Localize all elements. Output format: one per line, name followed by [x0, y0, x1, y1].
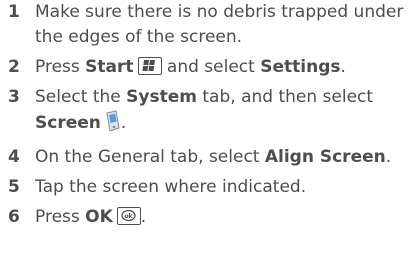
- step-number: 3: [8, 87, 20, 107]
- svg-text:ok: ok: [124, 213, 133, 220]
- screen-phone-icon: [105, 110, 121, 140]
- step-2: 2 Press Start and select Settings.: [6, 55, 406, 80]
- instruction-steps: 1 Make sure there is no debris trapped u…: [6, 0, 406, 230]
- step-text: Press: [35, 207, 86, 227]
- align-screen-label: Align Screen: [264, 147, 386, 167]
- step-number: 2: [8, 57, 20, 77]
- step-text: Press: [35, 57, 86, 77]
- step-5: 5 Tap the screen where indicated.: [6, 175, 406, 200]
- step-text: .: [340, 57, 346, 77]
- step-text: .: [120, 113, 127, 133]
- windows-start-key-icon: [137, 57, 162, 75]
- step-text: tab, and then select: [196, 87, 374, 107]
- system-label: System: [126, 87, 197, 107]
- step-text: and select: [161, 57, 261, 77]
- step-number: 5: [8, 177, 20, 197]
- step-6: 6 Press OK ok.: [6, 205, 406, 230]
- step-text: Make sure there is no debris trapped und…: [35, 2, 404, 47]
- start-label: Start: [85, 57, 134, 77]
- step-text: Tap the screen where indicated.: [35, 177, 307, 197]
- step-1: 1 Make sure there is no debris trapped u…: [6, 0, 406, 50]
- step-text: .: [385, 147, 392, 167]
- step-number: 4: [8, 147, 20, 167]
- step-text: Select the: [35, 87, 127, 107]
- ok-key-icon: ok: [116, 207, 141, 225]
- step-4: 4 On the General tab, select Align Scree…: [6, 145, 406, 170]
- step-text: .: [140, 207, 147, 227]
- screen-label: Screen: [35, 113, 101, 133]
- ok-label: OK: [85, 207, 113, 227]
- step-3: 3 Select the System tab, and then select…: [6, 85, 406, 140]
- step-number: 1: [8, 2, 20, 22]
- settings-label: Settings: [260, 57, 341, 77]
- step-number: 6: [8, 207, 20, 227]
- step-text: On the General tab, select: [35, 147, 265, 167]
